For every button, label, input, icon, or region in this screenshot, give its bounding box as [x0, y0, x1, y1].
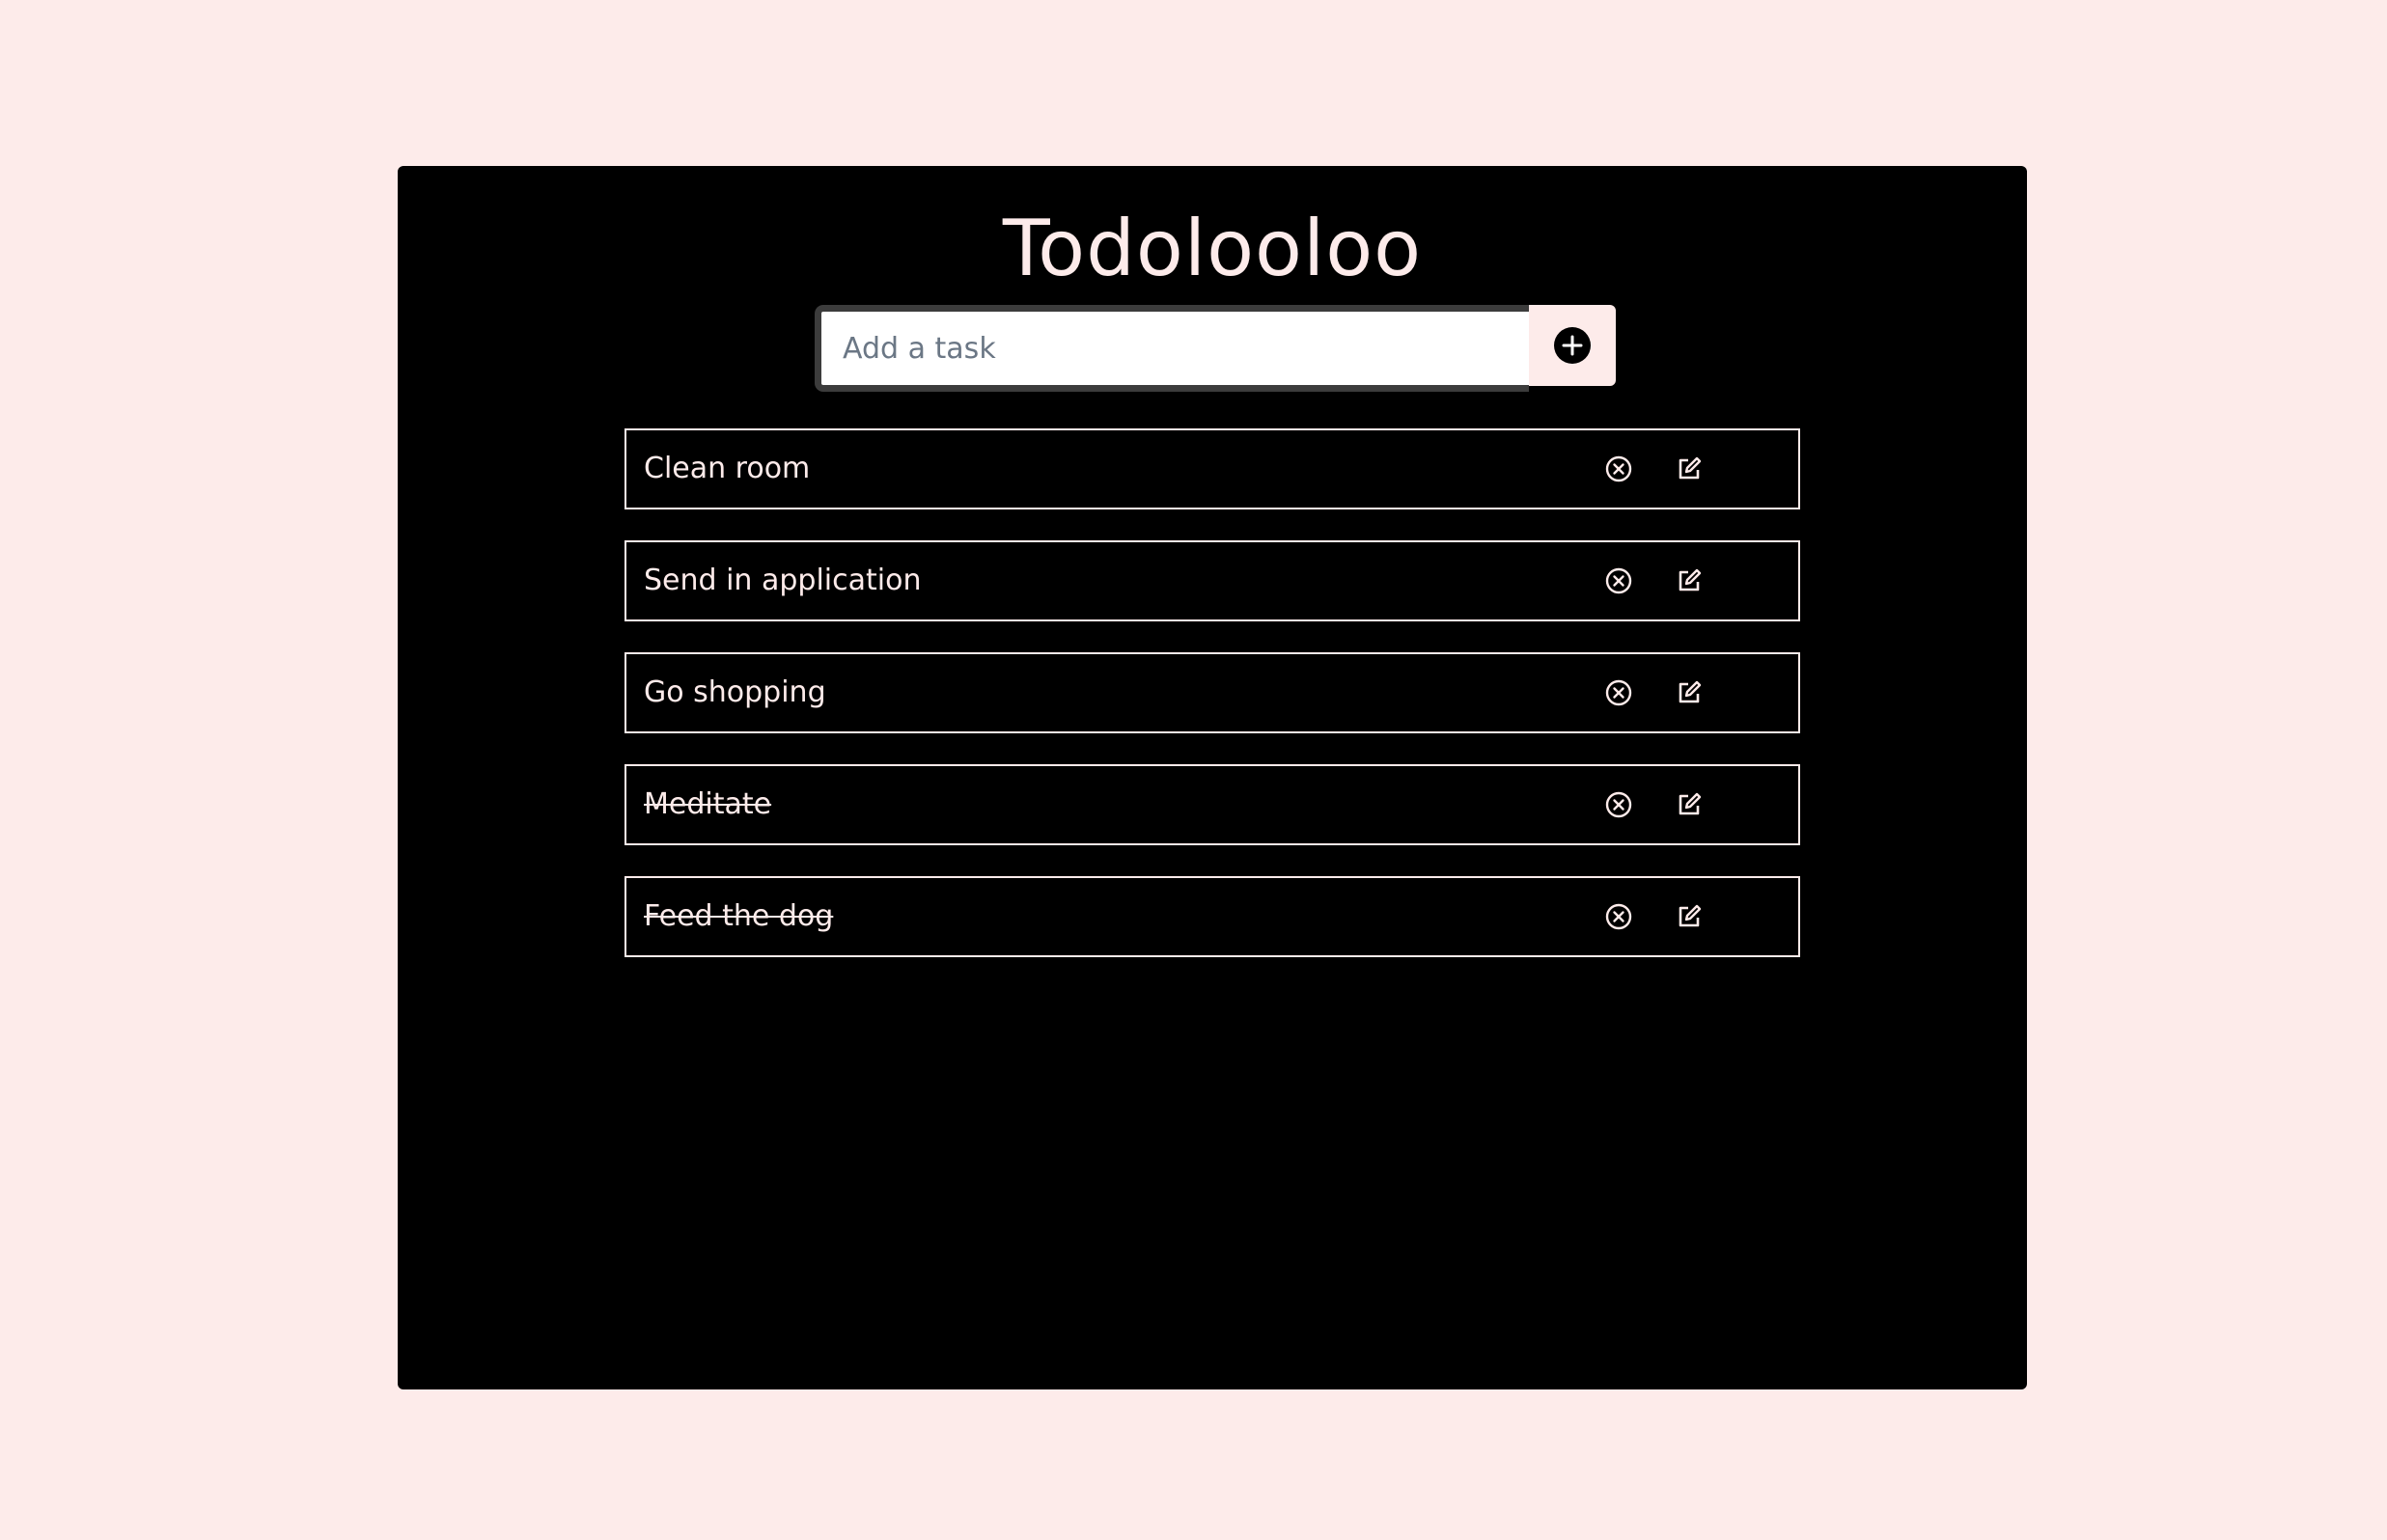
circle-x-icon: [1605, 455, 1632, 482]
task-text[interactable]: Clean room: [644, 430, 810, 508]
task-text[interactable]: Send in application: [644, 542, 921, 619]
task-text[interactable]: Meditate: [644, 766, 771, 843]
task-item: Meditate: [625, 764, 1800, 845]
delete-task-button[interactable]: [1601, 452, 1636, 486]
task-item: Send in application: [625, 540, 1800, 621]
task-item: Clean room: [625, 428, 1800, 509]
add-task-form: [815, 305, 1616, 392]
delete-task-button[interactable]: [1601, 675, 1636, 710]
delete-task-button[interactable]: [1601, 787, 1636, 822]
circle-x-icon: [1605, 791, 1632, 818]
edit-task-button[interactable]: [1672, 564, 1707, 598]
add-task-button[interactable]: [1529, 305, 1616, 386]
delete-task-button[interactable]: [1601, 899, 1636, 934]
task-list: Clean room Send in application Go shoppi…: [625, 428, 1800, 988]
circle-x-icon: [1605, 679, 1632, 706]
add-task-input[interactable]: [815, 305, 1529, 392]
todo-app-card: Todolooloo Clean room: [398, 166, 2027, 1389]
delete-task-button[interactable]: [1601, 564, 1636, 598]
circle-x-icon: [1605, 903, 1632, 930]
circle-x-icon: [1605, 567, 1632, 594]
task-item: Go shopping: [625, 652, 1800, 733]
edit-square-icon: [1679, 904, 1702, 927]
task-item: Feed the dog: [625, 876, 1800, 957]
edit-task-button[interactable]: [1672, 787, 1707, 822]
task-text[interactable]: Go shopping: [644, 654, 826, 731]
edit-square-icon: [1679, 456, 1702, 480]
edit-square-icon: [1679, 568, 1702, 591]
edit-task-button[interactable]: [1672, 452, 1707, 486]
edit-task-button[interactable]: [1672, 675, 1707, 710]
edit-square-icon: [1679, 792, 1702, 815]
task-text[interactable]: Feed the dog: [644, 878, 833, 955]
edit-task-button[interactable]: [1672, 899, 1707, 934]
edit-square-icon: [1679, 680, 1702, 703]
plus-circle-icon: [1554, 327, 1591, 364]
app-title: Todolooloo: [1002, 204, 1423, 293]
